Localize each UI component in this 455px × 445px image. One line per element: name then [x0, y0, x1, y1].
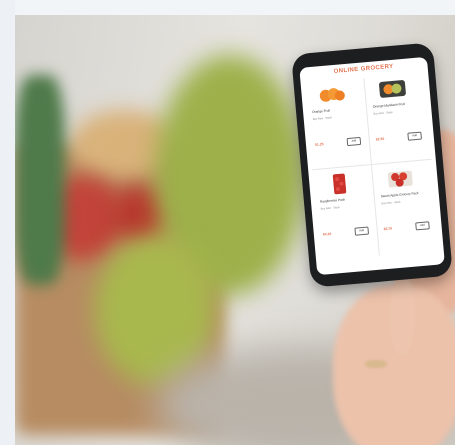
oranges-image	[319, 88, 345, 102]
product-price: $4.10	[322, 231, 332, 237]
leek-leaves	[15, 75, 65, 285]
product-name: Orange Fruit	[311, 108, 331, 115]
product-card[interactable]: Sweet Apple Grocery Pack Buy Now · Stock…	[372, 163, 437, 254]
product-name: Orange Mandarin Fruit	[372, 101, 406, 109]
product-card[interactable]: Raspberries Pack Buy Now · Stock $4.10 A…	[311, 168, 376, 259]
product-detail: Buy Now · Stock	[373, 111, 393, 116]
add-to-cart-button[interactable]: Add	[354, 226, 370, 236]
product-card[interactable]: Orange Mandarin Fruit Buy Now · Stock $2…	[364, 73, 429, 164]
smartphone: ONLINE GROCERY Orange Fruit Buy Now · St…	[291, 42, 453, 288]
product-card[interactable]: Orange Fruit Buy Now · Stock $1.25 Add	[304, 79, 369, 170]
product-price: $3.70	[383, 226, 393, 232]
add-to-cart-button[interactable]: Add	[415, 221, 430, 231]
raspberries-image	[332, 173, 347, 195]
apples-image	[387, 170, 413, 188]
add-to-cart-button[interactable]: Add	[346, 136, 362, 147]
pointing-finger	[390, 275, 414, 355]
ring	[365, 360, 387, 368]
product-price: $1.25	[314, 142, 324, 147]
product-name: Raspberries Pack	[319, 197, 346, 204]
page-margin	[0, 0, 15, 445]
mandarins-image	[379, 80, 406, 98]
add-to-cart-button[interactable]: Add	[407, 131, 422, 141]
product-name: Sweet Apple Grocery Pack	[380, 191, 419, 199]
product-detail: Buy Now · Stock	[320, 205, 340, 211]
phone-screen: ONLINE GROCERY Orange Fruit Buy Now · St…	[299, 56, 445, 276]
product-detail: Buy Now · Stock	[312, 116, 333, 121]
product-price: $2.50	[375, 136, 385, 142]
product-detail: Buy Now · Stock	[381, 200, 401, 206]
